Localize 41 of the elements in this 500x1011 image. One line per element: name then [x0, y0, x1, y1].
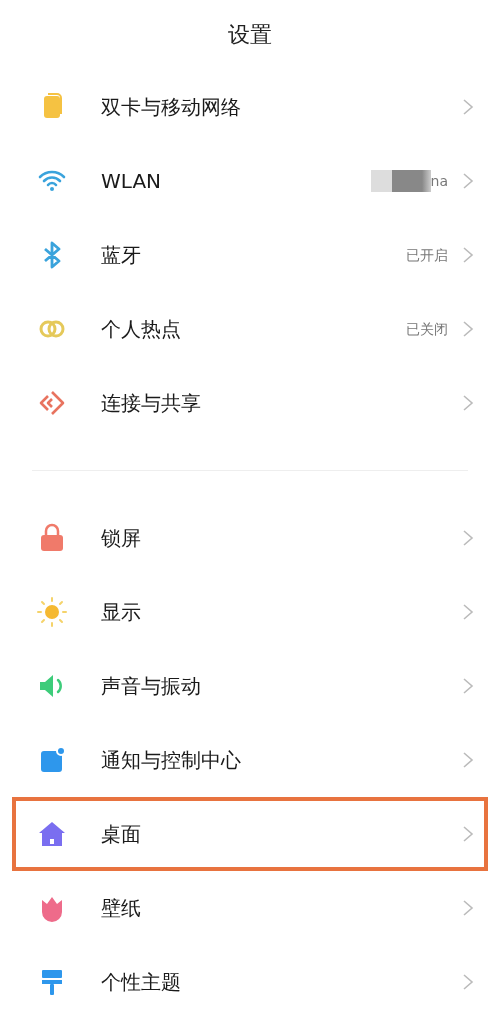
settings-row[interactable]: 个性主题 [0, 945, 500, 1011]
settings-row[interactable]: 连接与共享 [0, 366, 500, 440]
setting-label: 显示 [101, 599, 141, 626]
chevron-icon [462, 825, 474, 843]
settings-row[interactable]: 双卡与移动网络 [0, 70, 500, 144]
highlighted-settings-row[interactable]: 桌面 [12, 797, 488, 871]
settings-row[interactable]: 锁屏 [0, 501, 500, 575]
sun-icon [34, 594, 70, 630]
setting-value: 已开启 [406, 245, 448, 265]
setting-label: 双卡与移动网络 [101, 94, 241, 121]
setting-label: 桌面 [101, 821, 141, 848]
settings-row[interactable]: 显示 [0, 575, 500, 649]
chevron-icon [462, 98, 474, 116]
setting-label: 连接与共享 [101, 390, 201, 417]
setting-label: 个人热点 [101, 316, 181, 343]
chevron-icon [462, 172, 474, 190]
chevron-icon [462, 603, 474, 621]
setting-label: 壁纸 [101, 895, 141, 922]
chevron-icon [462, 394, 474, 412]
page-title: 设置 [228, 22, 272, 47]
setting-label: WLAN [101, 168, 162, 195]
settings-row[interactable]: 声音与振动 [0, 649, 500, 723]
chevron-icon [462, 529, 474, 547]
chevron-icon [462, 320, 474, 338]
settings-row[interactable]: WLAN na [0, 144, 500, 218]
setting-value: na [430, 171, 448, 191]
setting-label: 通知与控制中心 [101, 747, 241, 774]
setting-label: 个性主题 [101, 969, 181, 996]
setting-label: 锁屏 [101, 525, 141, 552]
settings-row[interactable]: 通知与控制中心 [0, 723, 500, 797]
setting-label: 蓝牙 [101, 242, 141, 269]
setting-value: 已关闭 [406, 319, 448, 339]
chevron-icon [462, 751, 474, 769]
settings-row[interactable]: 壁纸 [0, 871, 500, 945]
chevron-icon [462, 246, 474, 264]
chevron-icon [462, 899, 474, 917]
chevron-icon [462, 677, 474, 695]
settings-row[interactable]: 蓝牙 已开启 [0, 218, 500, 292]
chevron-icon [462, 973, 474, 991]
settings-row[interactable]: 个人热点 已关闭 [0, 292, 500, 366]
setting-label: 声音与振动 [101, 673, 201, 700]
